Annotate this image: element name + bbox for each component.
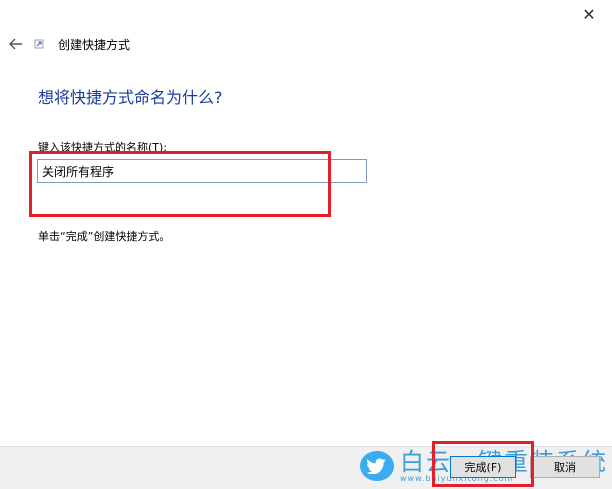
finish-hint: 单击“完成”创建快捷方式。 (38, 230, 171, 243)
create-shortcut-dialog: ✕ 创建快捷方式 想将快捷方式命名为什么? 键入该快捷方式的名称(T): 单击“… (0, 0, 612, 489)
cancel-button[interactable]: 取消 (530, 456, 600, 478)
wizard-footer (0, 446, 612, 489)
shortcut-name-label: 键入该快捷方式的名称(T): (38, 141, 168, 154)
shortcut-icon (34, 39, 44, 49)
back-button[interactable] (6, 34, 26, 54)
close-icon: ✕ (582, 4, 596, 24)
finish-button[interactable]: 完成(F) (450, 456, 516, 478)
shortcut-name-input[interactable] (37, 159, 367, 183)
close-button[interactable]: ✕ (566, 0, 612, 28)
back-arrow-icon (9, 38, 22, 50)
wizard-title: 创建快捷方式 (58, 38, 131, 52)
page-heading: 想将快捷方式命名为什么? (38, 88, 223, 107)
finish-button-label: 完成(F) (464, 461, 502, 474)
cancel-button-label: 取消 (554, 461, 576, 474)
